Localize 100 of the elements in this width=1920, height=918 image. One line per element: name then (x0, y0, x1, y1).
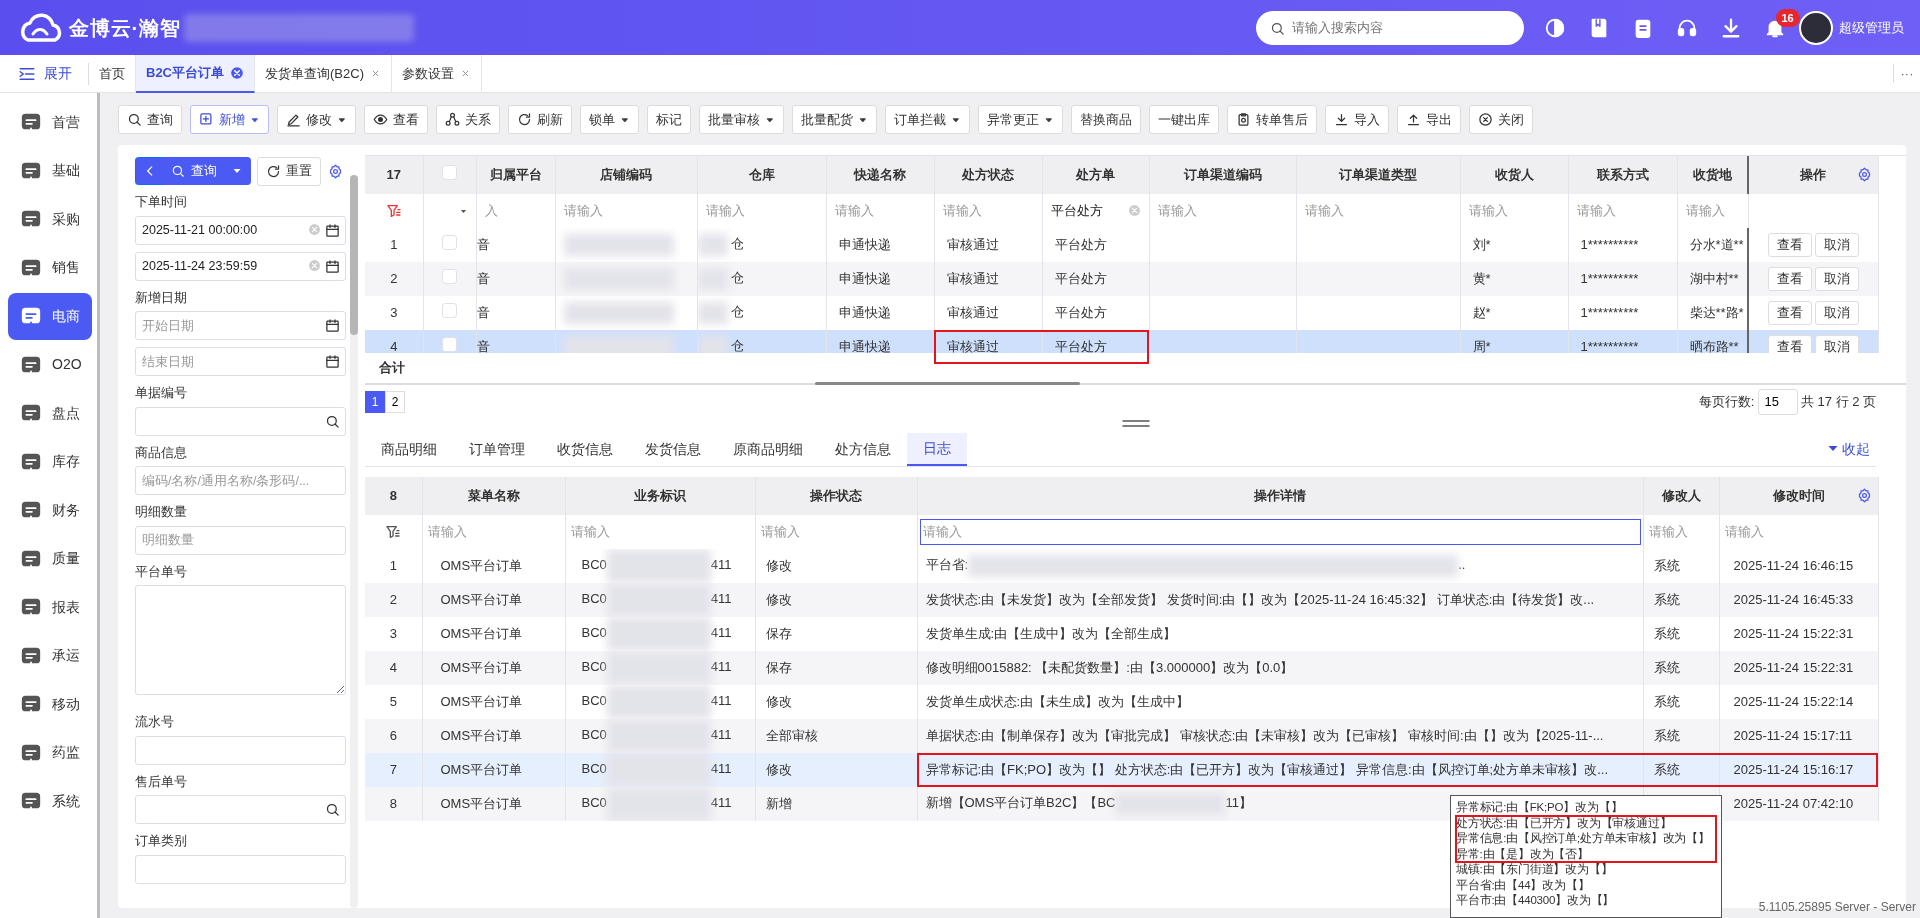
scrollbar-thumb[interactable] (815, 381, 1080, 385)
page-button[interactable]: 2 (385, 390, 405, 413)
page-size-field[interactable]: 15 (1757, 388, 1798, 415)
table-row[interactable]: 4 OMS平台订单 BC0 411 保存 修改明细0015882: 【未配货数量】:由【3.000000】改为【0.0】 系统 2025-11-24 15:22:31 (365, 650, 1878, 685)
close-icon[interactable] (230, 65, 244, 80)
checkbox[interactable] (442, 302, 457, 318)
toolbar-button[interactable]: 修改 (277, 105, 356, 134)
dropdown-button[interactable] (223, 157, 251, 185)
sidebar-item[interactable]: 系统 (8, 778, 92, 825)
detail-tab[interactable]: 商品明细 (365, 433, 453, 465)
toolbar-button[interactable]: 导入 (1325, 105, 1389, 134)
view-button[interactable]: 查看 (1767, 334, 1812, 353)
sidebar-item[interactable]: 库存 (8, 438, 92, 485)
scrollbar-thumb[interactable] (350, 174, 358, 335)
settings-icon[interactable] (1856, 166, 1872, 182)
avatar[interactable] (1798, 10, 1833, 45)
cancel-button[interactable]: 取消 (1814, 266, 1859, 291)
filter-field[interactable]: 平台处方 (1050, 200, 1141, 221)
toolbar-button[interactable]: 锁单 (580, 105, 639, 134)
detail-tab[interactable]: 原商品明细 (717, 433, 819, 465)
page-tab[interactable]: 参数设置 (391, 54, 482, 93)
search-field[interactable]: 请输入搜索内容 (1256, 10, 1524, 45)
sidebar-item[interactable]: 销售 (8, 244, 92, 291)
toolbar-button[interactable]: 查询 (118, 105, 182, 134)
sidebar-item[interactable]: 药监 (8, 729, 92, 776)
toolbar-button[interactable]: 异常更正 (978, 105, 1063, 134)
table-row[interactable]: 1 OMS平台订单 BC0 411 修改 平台省: .. 系统 2025-11-24 16:46:15 (365, 548, 1878, 583)
input-field[interactable]: 2025-11-24 23:59:59 (135, 251, 346, 281)
sidebar-item[interactable]: 财务 (8, 487, 92, 534)
filter-field[interactable]: 请输入 (919, 518, 1641, 545)
input-field[interactable]: 明细数量 (135, 525, 346, 555)
table-row[interactable]: 5 OMS平台订单 BC0 411 修改 发货单生成状态:由【未生成】改为【生成中】 系统 2025-11-24 15:22:14 (365, 684, 1878, 719)
sidebar-item[interactable]: 承运 (8, 632, 92, 679)
query-button[interactable]: 查询 (163, 157, 225, 185)
view-button[interactable]: 查看 (1767, 232, 1812, 257)
toolbar-button[interactable]: 关闭 (1469, 105, 1533, 134)
input-field[interactable] (135, 795, 346, 824)
collapse-link[interactable]: 收起 (1820, 437, 1876, 461)
toolbar-button[interactable]: 批量审核 (699, 105, 784, 134)
input-field[interactable]: 结束日期 (135, 347, 346, 376)
expand-button[interactable]: 展开 (0, 54, 88, 93)
toolbar-button[interactable]: 替换商品 (1071, 105, 1141, 134)
sidebar-item[interactable]: 电商 (8, 293, 92, 340)
search-icon[interactable] (325, 413, 340, 429)
input-field[interactable] (135, 735, 346, 765)
sidebar-item[interactable]: 报表 (8, 584, 92, 631)
detail-tab[interactable]: 处方信息 (819, 433, 907, 465)
toolbar-button[interactable]: 关系 (436, 105, 500, 134)
toolbar-button[interactable]: 查看 (364, 105, 428, 134)
cancel-button[interactable]: 取消 (1814, 300, 1859, 325)
toolbar-button[interactable]: 标记 (647, 105, 691, 134)
settings-icon[interactable] (1856, 487, 1872, 503)
filter-icon[interactable] (385, 203, 402, 220)
view-button[interactable]: 查看 (1767, 266, 1812, 291)
checkbox[interactable] (442, 336, 457, 352)
table-row[interactable]: 6 OMS平台订单 BC0 411 全部审核 单据状态:由【制单保存】改为【审批完成】 审核状态:由【未审核】改为【已审核】 审核时间:由【】改为【2025-11-... 系统 2025-11-24 15:17:11 (365, 718, 1878, 753)
input-field[interactable]: 2025-11-21 00:00:00 (135, 215, 346, 245)
detail-tab[interactable]: 发货信息 (629, 433, 717, 465)
page-tab[interactable]: 发货单查询(B2C) (255, 54, 392, 93)
filter-icon[interactable] (385, 524, 402, 541)
table-row[interactable]: 7 OMS平台订单 BC0 411 修改 异常标记:由【FK;PO】改为【】 处方状态:由【已开方】改为【审核通过】 异常信息:由【风控订单;处方单未审核】改... 系统 2025-11-24 15:16:17 (365, 752, 1878, 787)
toolbar-button[interactable]: 新增 (190, 105, 269, 134)
checkbox[interactable] (442, 234, 457, 250)
view-button[interactable]: 查看 (1767, 300, 1812, 325)
input-field[interactable]: 编码/名称/通用名称/条形码/... (135, 466, 346, 495)
sidebar-item[interactable]: 盘点 (8, 390, 92, 437)
table-row[interactable]: 3 OMS平台订单 BC0 411 保存 发货单生成:由【生成中】改为【全部生成】 系统 2025-11-24 15:22:31 (365, 616, 1878, 651)
detail-tab[interactable]: 收货信息 (541, 433, 629, 465)
more-button[interactable]: ··· (1893, 63, 1920, 84)
reset-button[interactable]: 重置 (257, 156, 321, 186)
sidebar-item[interactable]: 质量 (8, 535, 92, 582)
settings-icon[interactable] (327, 163, 343, 179)
detail-tab[interactable]: 订单管理 (453, 433, 541, 465)
sidebar-item[interactable]: 采购 (8, 196, 92, 243)
toolbar-button[interactable]: 刷新 (508, 105, 572, 134)
input-field[interactable] (135, 406, 346, 436)
cancel-button[interactable]: 取消 (1814, 334, 1859, 353)
input-field[interactable]: 开始日期 (135, 311, 346, 340)
sidebar-item[interactable]: 移动 (8, 681, 92, 728)
sidebar-item[interactable]: O2O (8, 341, 92, 388)
page-tab[interactable]: B2C平台订单 (136, 54, 255, 93)
toolbar-button[interactable]: 批量配货 (792, 105, 877, 134)
search-icon[interactable] (325, 802, 340, 817)
toolbar-button[interactable]: 转单售后 (1227, 105, 1317, 134)
page-button[interactable]: 1 (365, 390, 385, 413)
toolbar-button[interactable]: 一键出库 (1149, 105, 1219, 134)
collapse-button[interactable] (135, 157, 164, 185)
table-row[interactable]: 2 OMS平台订单 BC0 411 修改 发货状态:由【未发货】改为【全部发货】 发货时间:由【】改为【2025-11-24 16:45:32】 订单状态:由【待发货】改... 系统 2025-11-24 16:45:33 (365, 582, 1878, 617)
calendar-icon[interactable] (325, 318, 340, 333)
calendar-icon[interactable] (325, 222, 340, 238)
user-name[interactable]: 超级管理员 (1839, 17, 1904, 38)
detail-tab[interactable]: 日志 (907, 432, 967, 466)
splitter-handle[interactable] (1121, 418, 1150, 428)
calendar-icon[interactable] (325, 354, 340, 369)
input-field[interactable] (135, 854, 346, 884)
checkbox[interactable] (442, 164, 457, 180)
sidebar-item[interactable]: 基础 (8, 147, 92, 194)
calendar-icon[interactable] (325, 258, 340, 274)
sidebar-item[interactable]: 首营 (8, 99, 92, 146)
toolbar-button[interactable]: 导出 (1397, 105, 1461, 134)
